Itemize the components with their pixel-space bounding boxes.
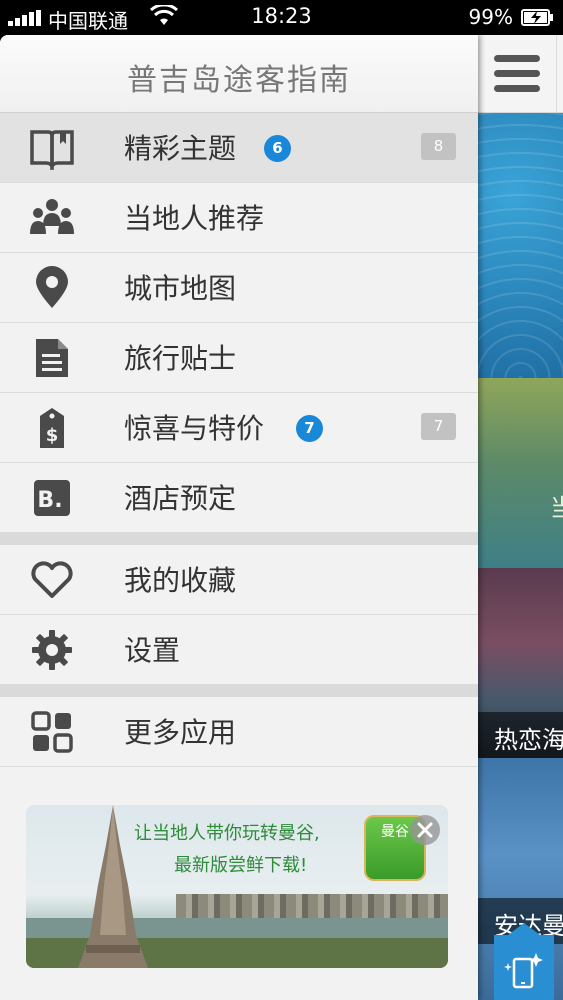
document-icon bbox=[36, 339, 68, 377]
map-pin-icon bbox=[36, 266, 68, 308]
banner-close-button[interactable] bbox=[410, 815, 440, 845]
menu-item-more-apps[interactable]: 更多应用 bbox=[0, 697, 478, 767]
battery-percent: 99% bbox=[468, 5, 513, 29]
svg-text:B.: B. bbox=[37, 488, 62, 513]
menu-item-label: 我的收藏 bbox=[124, 564, 237, 597]
share-device-button[interactable] bbox=[494, 923, 554, 1000]
menu-item-label: 旅行贴士 bbox=[124, 342, 237, 375]
content-tile[interactable]: 当 bbox=[478, 378, 563, 568]
section-divider bbox=[0, 533, 478, 545]
menu-item-city-map[interactable]: 城市地图 bbox=[0, 253, 478, 323]
promo-banner[interactable]: 让当地人带你玩转曼谷, 最新版尝鲜下载! 曼谷 bbox=[26, 805, 448, 968]
phone-sparkle-icon bbox=[504, 953, 543, 989]
content-header bbox=[478, 35, 563, 113]
content-tile[interactable] bbox=[478, 113, 563, 378]
item-count-badge: 8 bbox=[421, 133, 456, 160]
menu-item-label: 酒店预定 bbox=[124, 482, 237, 515]
menu-item-travel-tips[interactable]: 旅行贴士 bbox=[0, 323, 478, 393]
booking-icon: B. bbox=[34, 480, 70, 516]
battery-charging-icon bbox=[521, 9, 553, 26]
svg-text:$: $ bbox=[46, 425, 59, 446]
menu-item-label: 当地人推荐 bbox=[124, 202, 265, 235]
menu-item-deals[interactable]: $ 惊喜与特价 7 7 bbox=[0, 393, 478, 463]
tile-caption: 热恋海 bbox=[494, 726, 563, 754]
menu-item-label: 城市地图 bbox=[124, 272, 237, 305]
people-icon bbox=[30, 199, 74, 234]
menu-item-label: 更多应用 bbox=[124, 716, 237, 749]
menu-item-label: 设置 bbox=[124, 634, 181, 667]
new-count-badge: 7 bbox=[296, 415, 323, 442]
new-count-badge: 6 bbox=[264, 135, 291, 162]
heart-icon bbox=[31, 561, 73, 598]
banner-text-line2: 最新版尝鲜下载! bbox=[174, 855, 308, 876]
section-divider bbox=[0, 685, 478, 697]
price-tag-icon: $ bbox=[40, 408, 64, 448]
menu-item-featured-topics[interactable]: 精彩主题 6 8 bbox=[0, 113, 478, 183]
menu-item-hotel-booking[interactable]: B. 酒店预定 bbox=[0, 463, 478, 533]
menu-item-local-recommendations[interactable]: 当地人推荐 bbox=[0, 183, 478, 253]
app-title: 普吉岛途客指南 bbox=[127, 63, 351, 98]
item-count-badge: 7 bbox=[421, 413, 456, 440]
banner-text-line1: 让当地人带你玩转曼谷, bbox=[134, 823, 320, 844]
book-icon bbox=[30, 130, 74, 170]
tile-caption: 当 bbox=[550, 494, 563, 522]
gear-icon bbox=[32, 630, 72, 670]
menu-item-label: 惊喜与特价 bbox=[124, 412, 265, 445]
grid-apps-icon bbox=[31, 711, 73, 753]
content-tile[interactable]: 热恋海 bbox=[478, 568, 563, 758]
menu-item-settings[interactable]: 设置 bbox=[0, 615, 478, 685]
content-panel: 当 热恋海 安达曼 bbox=[478, 35, 563, 1000]
menu-item-favorites[interactable]: 我的收藏 bbox=[0, 545, 478, 615]
menu-item-label: 精彩主题 bbox=[124, 132, 237, 165]
close-icon bbox=[417, 822, 433, 838]
hamburger-menu-button[interactable] bbox=[478, 35, 557, 112]
side-drawer-menu: 普吉岛途客指南 精彩主题 6 8 当地人推荐 城市地图 旅行贴士 $ 惊喜与特价… bbox=[0, 35, 478, 1000]
status-bar: 中国联通 18:23 99% bbox=[0, 0, 563, 35]
drawer-header: 普吉岛途客指南 bbox=[0, 35, 478, 113]
